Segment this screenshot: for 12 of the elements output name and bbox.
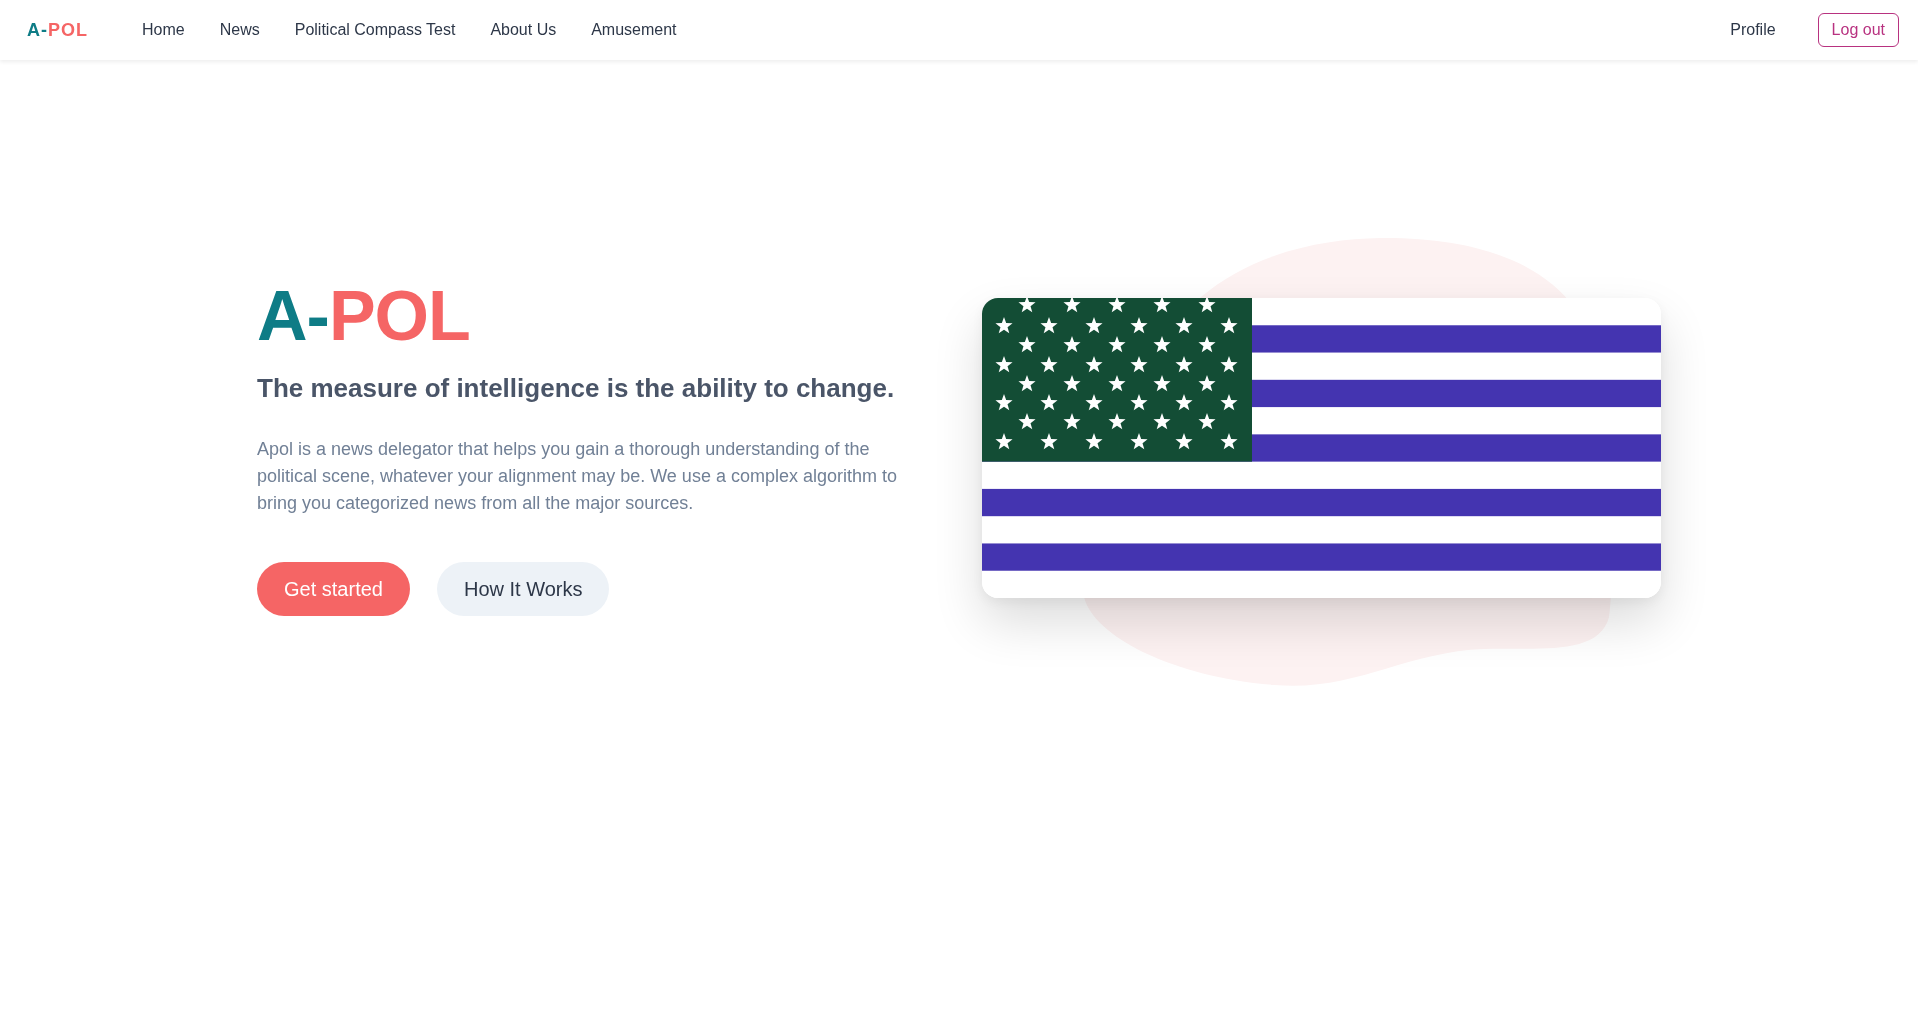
logo-link[interactable]: A-POL [27, 19, 88, 41]
nav-link[interactable]: About Us [490, 21, 557, 39]
hero-description: Apol is a news delegator that helps you gain a thorough understanding of the political scene, whatever your alignment may be. We use a complex algorithm to bring you categorized news from all the major sources. [257, 438, 898, 515]
nav-link[interactable]: Political Compass Test [294, 21, 456, 39]
how-it-works-button[interactable]: How It Works [436, 562, 610, 616]
nav-link[interactable]: News [219, 21, 260, 39]
logout-button[interactable]: Log out [1817, 13, 1899, 47]
nav-link[interactable]: Amusement [591, 21, 677, 39]
hero-tagline: The measure of intelligence is the ability to change. [257, 372, 895, 404]
profile-link[interactable]: Profile [1730, 21, 1776, 39]
hero-title: A-POL [257, 280, 470, 352]
nav-link[interactable]: Home [142, 21, 185, 39]
